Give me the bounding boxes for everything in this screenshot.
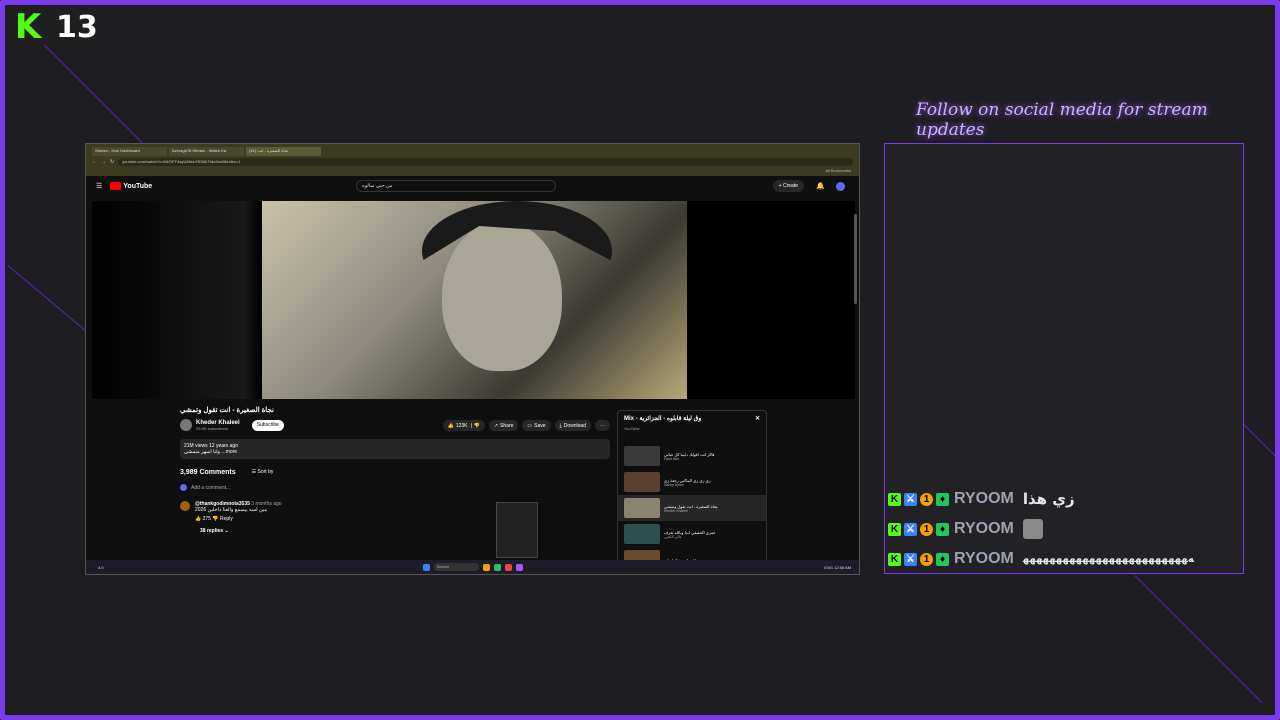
like-button[interactable]: 👍 123K | 👎 xyxy=(442,420,485,431)
commenter-avatar[interactable] xyxy=(180,501,190,511)
decor-line xyxy=(1239,420,1280,464)
comment-text: مين لسه بيسمع والعنا داخلين 2026 xyxy=(195,507,268,513)
comment-likes: 275 xyxy=(202,516,211,522)
gift-badge-icon: 1 xyxy=(920,522,933,536)
chat-overlay: K ⚔ 1 ♦ RYOOM زي هذا K ⚔ 1 ♦ RYOOM K ⚔ 1… xyxy=(888,484,1194,574)
description-text: ولنا اسهر متمشي ...more xyxy=(184,449,238,455)
playlist-panel: Mix - وڨ ليلة قابلوه - الجزائرية ✕ YouTub… xyxy=(617,410,767,570)
playlist-item[interactable]: زي زي زي الماكني رجعة زي Nancy Ajram xyxy=(618,469,766,495)
browser-tab[interactable]: Average78 Stream - Watch Ka xyxy=(169,147,244,156)
taskbar: 4.0 Search ENG 12:58 AM xyxy=(86,560,859,574)
emote-icon xyxy=(1022,519,1043,539)
search-input[interactable]: من حبي سالوه xyxy=(356,180,556,192)
sub-badge-icon: ♦ xyxy=(936,522,949,536)
chat-text: زي هذا xyxy=(1022,490,1075,508)
bookmarks-bar[interactable]: All Bookmarks xyxy=(86,168,859,176)
comments-header: 3,989 Comments ☰ Sort by xyxy=(180,469,610,476)
video-info: نجاة الصغيرة - انت تقول وتمشي Kheder Kha… xyxy=(180,406,610,534)
gift-badge-icon: 1 xyxy=(920,492,933,506)
app-icon[interactable] xyxy=(515,563,523,571)
taskbar-clock[interactable]: ENG 12:58 AM xyxy=(824,565,851,570)
video-actions: 👍 123K | 👎 ↗ Share ▭ Save ⤓ Download ⋯ xyxy=(442,420,610,431)
youtube-logo[interactable]: YouTube xyxy=(110,182,152,190)
share-button[interactable]: ↗ Share xyxy=(488,420,519,431)
avatar[interactable] xyxy=(836,181,845,191)
video-title: نجاة الصغيرة - انت تقول وتمشي xyxy=(180,407,274,414)
channel-avatar[interactable] xyxy=(180,419,192,431)
avatar xyxy=(180,484,187,491)
scrollbar[interactable] xyxy=(854,214,857,304)
sword-badge-icon: ⚔ xyxy=(904,492,917,506)
video-face xyxy=(442,221,562,371)
screen-capture: Stream - Kick Dashboard Average78 Stream… xyxy=(85,143,860,575)
subscribe-button[interactable]: Subscribe xyxy=(251,419,284,431)
stream-number: 13 xyxy=(50,8,104,46)
menu-icon[interactable]: ☰ xyxy=(96,182,102,190)
browser-tab-active[interactable]: (41) نجاة الصغيرة - انت xyxy=(246,147,321,156)
browser-tab[interactable]: Stream - Kick Dashboard xyxy=(92,147,167,156)
chrome-icon[interactable] xyxy=(504,563,512,571)
mini-player[interactable] xyxy=(496,502,538,558)
start-icon[interactable] xyxy=(422,563,430,571)
playlist-title: Mix - وڨ ليلة قابلوه - الجزائرية xyxy=(624,416,702,422)
weather-widget[interactable]: 4.0 xyxy=(98,565,104,570)
taskbar-search[interactable]: Search xyxy=(433,563,479,571)
reply-button[interactable]: Reply xyxy=(220,516,233,522)
sort-button[interactable]: ☰ Sort by xyxy=(252,469,274,476)
forward-icon[interactable]: → xyxy=(101,159,106,165)
comment: @thankgodimnota3535 3 months ago مين لسه… xyxy=(180,501,610,522)
reload-icon[interactable]: ↻ xyxy=(110,159,114,165)
chat-username: RYOOM xyxy=(954,520,1014,537)
chat-username: RYOOM xyxy=(954,550,1014,567)
save-button[interactable]: ▭ Save xyxy=(522,420,551,431)
channel-name[interactable]: Kheder Khaleel xyxy=(196,420,240,426)
chat-username: RYOOM xyxy=(954,490,1014,507)
playlist-item[interactable]: عمري الحقيقي ابدا وبالله تعرف عالي الكعبي xyxy=(618,521,766,547)
playlist-item[interactable]: فاكر انت اقولك دايما كل حياتي Fahd Ball xyxy=(618,443,766,469)
sub-badge-icon: ♦ xyxy=(936,492,949,506)
sub-badge-icon: ♦ xyxy=(936,552,949,566)
video-frame xyxy=(262,201,687,399)
app-icon[interactable] xyxy=(493,563,501,571)
comment-dislike-icon[interactable]: 👎 xyxy=(212,516,218,522)
add-comment-field[interactable]: Add a comment... xyxy=(180,484,610,491)
video-player[interactable] xyxy=(92,201,855,399)
bell-icon[interactable]: 🔔 xyxy=(816,182,825,190)
url-field[interactable]: youtube.com/watch?v=I6kTtFT4ayU&list=RDI… xyxy=(118,158,853,166)
playlist-item-active[interactable]: نجاة الصغيرة - انت تقول وتمشي Kheder Khal… xyxy=(618,495,766,521)
decor-line xyxy=(1134,575,1263,703)
youtube-header: ☰ YouTube من حبي سالوه + Create 🔔 xyxy=(86,176,859,196)
browser-tabs: Stream - Kick Dashboard Average78 Stream… xyxy=(86,144,859,156)
download-button[interactable]: ⤓ Download xyxy=(554,420,591,431)
sword-badge-icon: ⚔ xyxy=(904,552,917,566)
gift-badge-icon: 1 xyxy=(920,552,933,566)
chat-text: ﻪﻬﻬﻬﻬﻬﻬﻬﻬﻬﻬﻬﻬﻬﻬﻬﻬﻬﻬﻬﻬﻬﻬﻬﻬﻬ xyxy=(1022,553,1194,565)
create-button[interactable]: + Create xyxy=(772,180,804,192)
follow-text: Follow on social media for stream update… xyxy=(916,100,1208,140)
chat-message: K ⚔ 1 ♦ RYOOM xyxy=(888,514,1194,544)
kick-badge-icon: K xyxy=(888,522,901,536)
kick-badge-icon: K xyxy=(888,492,901,506)
close-icon[interactable]: ✕ xyxy=(755,415,760,422)
replies-toggle[interactable]: 38 replies ⌄ xyxy=(200,528,610,534)
channel-subs: 25.9K subscribers xyxy=(196,425,229,431)
kick-logo: K xyxy=(10,8,46,46)
chat-message: K ⚔ 1 ♦ RYOOM ﻪﻬﻬﻬﻬﻬﻬﻬﻬﻬﻬﻬﻬﻬﻬﻬﻬﻬﻬﻬﻬﻬﻬﻬﻬﻬ xyxy=(888,544,1194,574)
sword-badge-icon: ⚔ xyxy=(904,522,917,536)
chat-message: K ⚔ 1 ♦ RYOOM زي هذا xyxy=(888,484,1194,514)
back-icon[interactable]: ← xyxy=(92,159,97,165)
more-icon[interactable]: ⋯ xyxy=(595,420,610,431)
address-bar: ← → ↻ youtube.com/watch?v=I6kTtFT4ayU&li… xyxy=(86,156,859,168)
description-box[interactable]: 21M views 12 years ago ولنا اسهر متمشي .… xyxy=(180,439,610,459)
explorer-icon[interactable] xyxy=(482,563,490,571)
comments-count: 3,989 Comments xyxy=(180,469,236,476)
comment-like-icon[interactable]: 👍 xyxy=(195,516,201,522)
kick-badge-icon: K xyxy=(888,552,901,566)
